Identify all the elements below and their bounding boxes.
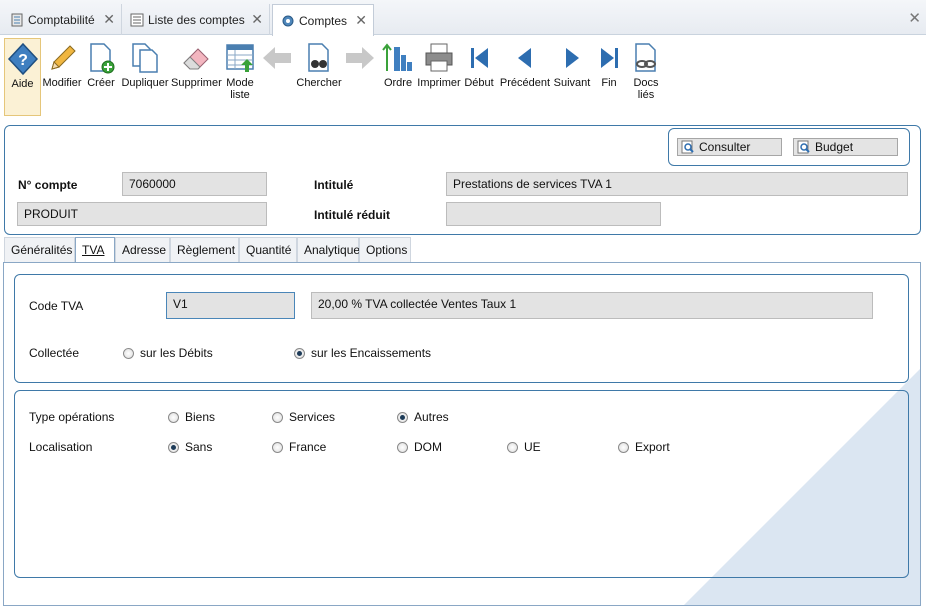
pencil-icon: [51, 45, 76, 70]
ordre-button[interactable]: Ordre: [381, 38, 415, 116]
radio-indicator: [507, 441, 518, 453]
collectee-label: Collectée: [29, 346, 80, 360]
intitule-reduit-field[interactable]: [446, 202, 661, 226]
new-document-icon: [90, 43, 115, 74]
back-arrow-button[interactable]: [260, 38, 294, 116]
docs-lies-button[interactable]: Docs liés: [629, 38, 663, 116]
table-list-icon: [226, 44, 254, 72]
radio-france[interactable]: France: [272, 440, 326, 454]
tab-tva[interactable]: TVA: [75, 237, 115, 263]
mode-liste-button[interactable]: Mode liste: [222, 38, 258, 116]
radio-biens[interactable]: Biens: [168, 410, 215, 424]
window-close-icon[interactable]: ✕: [908, 9, 921, 27]
intitule-reduit-label: Intitulé réduit: [314, 208, 390, 222]
radio-export[interactable]: Export: [618, 440, 670, 454]
tab-generalites[interactable]: Généralités: [4, 237, 75, 262]
ledger-icon: [11, 13, 23, 26]
tab-comptes[interactable]: Comptes ✕: [272, 4, 374, 36]
toolbar: ? Aide Modifier Créer Dupliquer Supprime…: [0, 36, 926, 118]
header-button-group: Consulter Budget: [668, 128, 910, 166]
arrow-right-icon: [346, 47, 374, 69]
radio-indicator: [272, 411, 283, 423]
tab-comptabilite[interactable]: Comptabilité ✕: [2, 4, 122, 35]
radio-indicator: [272, 441, 283, 453]
budget-button[interactable]: Budget: [793, 138, 898, 156]
help-icon: ?: [7, 42, 38, 76]
duplicate-icon: [132, 43, 158, 73]
tva-code-panel: [14, 274, 909, 383]
aide-button[interactable]: ? Aide: [4, 38, 41, 116]
code-tva-label: Code TVA: [29, 299, 84, 313]
radio-debits[interactable]: sur les Débits: [123, 346, 213, 360]
close-icon[interactable]: ✕: [355, 12, 367, 29]
radio-dom[interactable]: DOM: [397, 440, 442, 454]
next-icon: [566, 48, 579, 68]
svg-text:?: ?: [18, 52, 28, 69]
intitule-field[interactable]: Prestations de services TVA 1: [446, 172, 908, 196]
radio-indicator: [618, 441, 629, 453]
list-icon: [130, 13, 144, 26]
tab-analytique[interactable]: Analytique: [297, 237, 360, 262]
code-tva-field[interactable]: V1: [166, 292, 295, 319]
tab-adresse[interactable]: Adresse: [115, 237, 170, 262]
close-icon[interactable]: ✕: [103, 11, 115, 28]
radio-sans[interactable]: Sans: [168, 440, 212, 454]
radio-ue[interactable]: UE: [507, 440, 541, 454]
tab-label: Comptabilité: [28, 12, 95, 27]
radio-autres[interactable]: Autres: [397, 410, 449, 424]
suivant-button[interactable]: Suivant: [553, 38, 591, 116]
radio-services[interactable]: Services: [272, 410, 335, 424]
radio-indicator: [168, 411, 179, 423]
linked-documents-icon: [635, 43, 656, 72]
radio-indicator: [294, 347, 305, 359]
localisation-label: Localisation: [29, 440, 93, 454]
radio-indicator: [123, 347, 134, 359]
printer-icon: [425, 43, 453, 72]
precedent-button[interactable]: Précédent: [498, 38, 552, 116]
intitule-label: Intitulé: [314, 178, 354, 192]
radio-indicator: [397, 441, 408, 453]
tab-liste-des-comptes[interactable]: Liste des comptes ✕: [122, 4, 270, 35]
forward-arrow-button[interactable]: [343, 38, 377, 116]
creer-button[interactable]: Créer: [84, 38, 118, 116]
fin-button[interactable]: Fin: [594, 38, 624, 116]
previous-icon: [518, 48, 531, 68]
arrow-left-icon: [263, 47, 291, 69]
dupliquer-button[interactable]: Dupliquer: [120, 38, 170, 116]
numero-compte-field[interactable]: 7060000: [122, 172, 267, 196]
radio-indicator: [397, 411, 408, 423]
imprimer-button[interactable]: Imprimer: [417, 38, 461, 116]
gear-icon: [282, 15, 294, 26]
sort-bars-icon: [382, 43, 412, 71]
consulter-button[interactable]: Consulter: [677, 138, 782, 156]
document-tab-strip: Comptabilité ✕ Liste des comptes ✕ Compt…: [0, 0, 926, 36]
tab-reglement[interactable]: Règlement: [170, 237, 239, 262]
numero-compte-label: N° compte: [18, 178, 78, 192]
code-tva-description: 20,00 % TVA collectée Ventes Taux 1: [311, 292, 873, 319]
tab-quantite[interactable]: Quantité: [239, 237, 297, 262]
last-record-icon: [601, 48, 618, 68]
debut-button[interactable]: Début: [462, 38, 496, 116]
modifier-button[interactable]: Modifier: [42, 38, 82, 116]
operations-panel: [14, 390, 909, 578]
chercher-button[interactable]: Chercher: [296, 38, 342, 116]
type-operations-label: Type opérations: [29, 410, 115, 424]
close-icon[interactable]: ✕: [251, 11, 263, 28]
supprimer-button[interactable]: Supprimer: [171, 38, 222, 116]
magnifier-icon: [797, 140, 810, 154]
binoculars-document-icon: [308, 43, 329, 72]
tab-options[interactable]: Options: [359, 237, 411, 262]
eraser-icon: [183, 48, 209, 70]
radio-indicator: [168, 441, 179, 453]
magnifier-icon: [681, 140, 694, 154]
first-record-icon: [471, 48, 488, 68]
tab-label: Comptes: [299, 13, 348, 28]
tab-label: Liste des comptes: [148, 12, 245, 27]
type-compte-field[interactable]: PRODUIT: [17, 202, 267, 226]
radio-encaissements[interactable]: sur les Encaissements: [294, 346, 431, 360]
